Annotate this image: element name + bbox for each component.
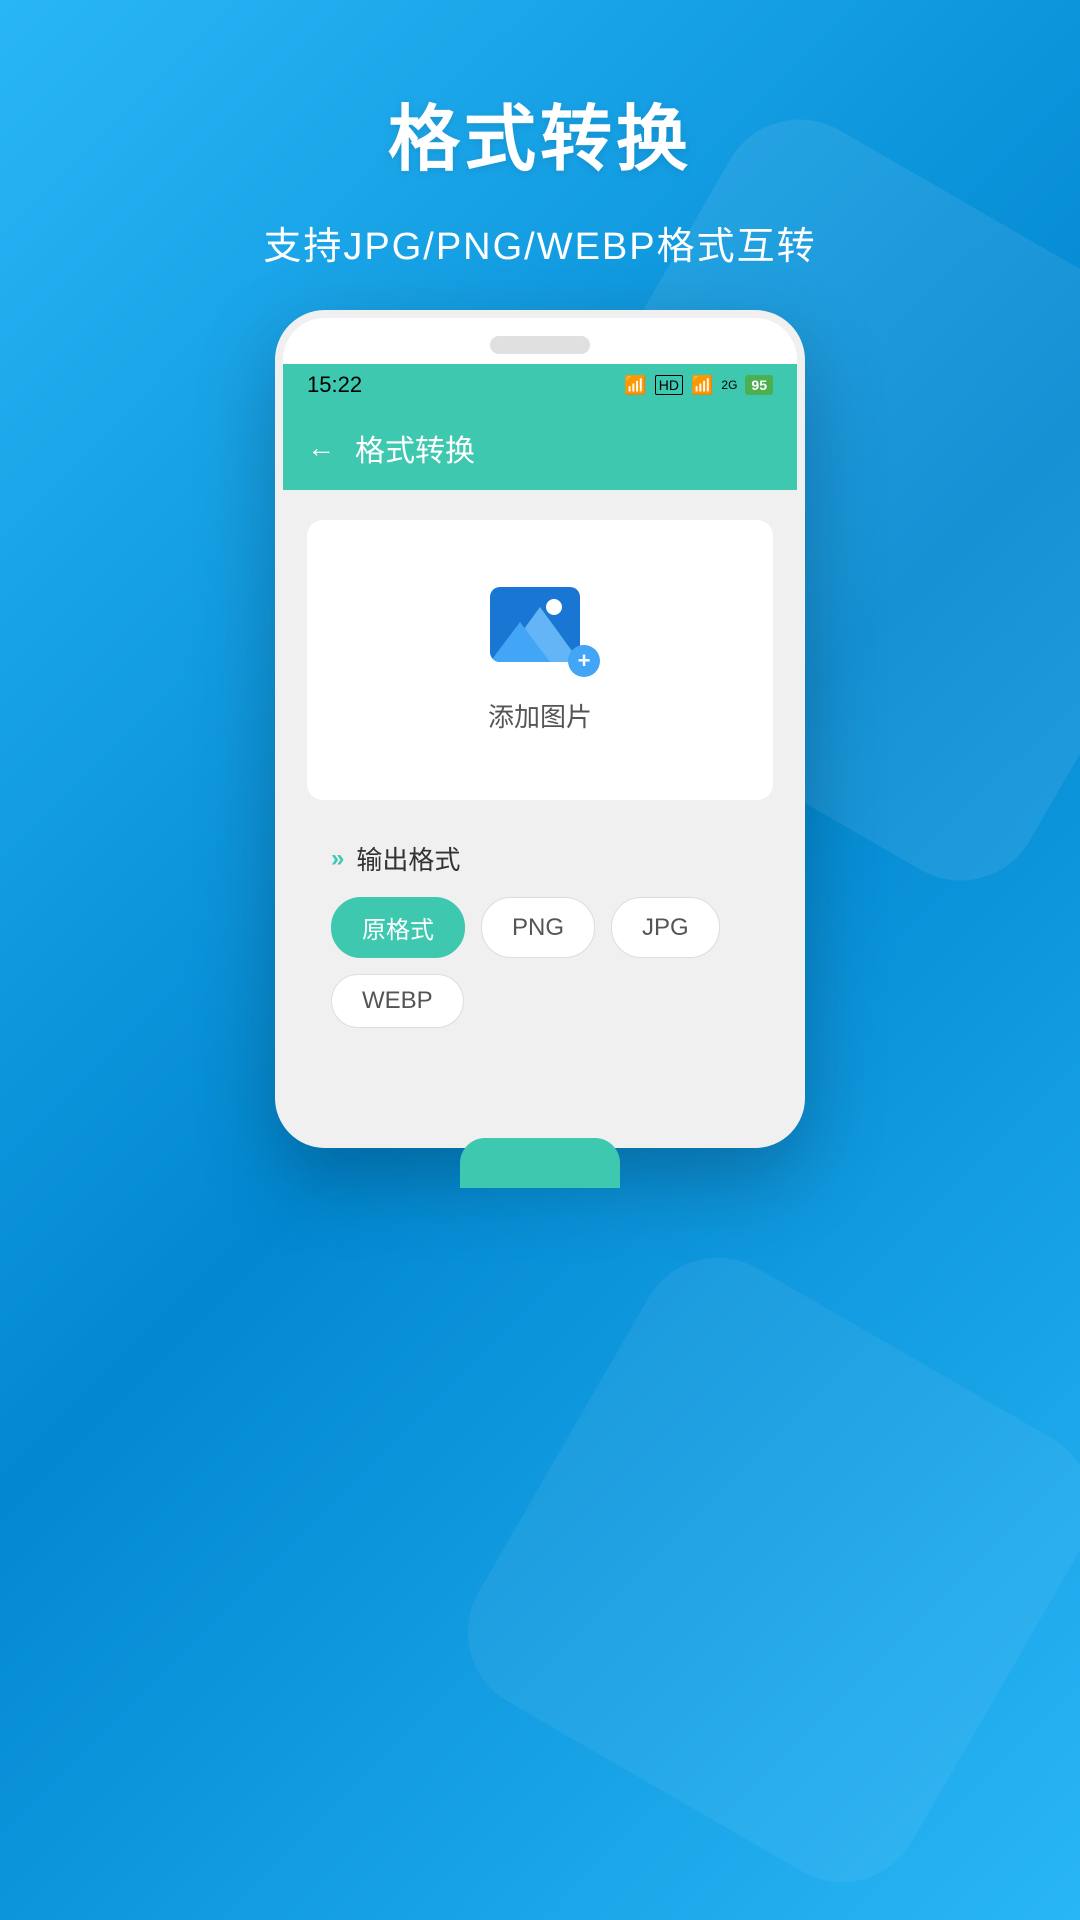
phone-screen: 15:22 📶 HD 📶 2G 95 ← 格式转换 xyxy=(283,364,797,1140)
phone-speaker xyxy=(283,318,797,364)
format-btn-webp[interactable]: WEBP xyxy=(331,974,464,1028)
upload-text: 添加图片 xyxy=(488,697,592,734)
section-title: 输出格式 xyxy=(356,840,460,877)
header-section: 格式转换 支持JPG/PNG/WEBP格式互转 xyxy=(263,0,816,270)
page-root: 格式转换 支持JPG/PNG/WEBP格式互转 15:22 📶 HD 📶 2G … xyxy=(0,0,1080,1920)
output-format-section: » 输出格式 原格式 PNG JPG WEBP xyxy=(307,840,773,1058)
signal-4g-icon: 📶 xyxy=(691,375,713,396)
speaker-bar xyxy=(490,336,590,354)
format-buttons: 原格式 PNG JPG WEBP xyxy=(331,897,749,1028)
upload-card[interactable]: + 添加图片 xyxy=(307,520,773,800)
mountain-small xyxy=(490,622,550,662)
hd-icon: HD xyxy=(655,375,683,395)
signal-2g-icon: 2G xyxy=(721,378,737,392)
main-title: 格式转换 xyxy=(263,80,816,185)
format-btn-png[interactable]: PNG xyxy=(481,897,595,958)
section-header: » 输出格式 xyxy=(331,840,749,877)
status-bar: 15:22 📶 HD 📶 2G 95 xyxy=(283,364,797,406)
status-time: 15:22 xyxy=(307,372,362,398)
section-arrow-icon: » xyxy=(331,845,344,873)
format-btn-original[interactable]: 原格式 xyxy=(331,897,465,958)
app-toolbar: ← 格式转换 xyxy=(283,406,797,490)
app-content: + 添加图片 » 输出格式 原格式 PNG JPG WEBP xyxy=(283,490,797,1140)
status-icons: 📶 HD 📶 2G 95 xyxy=(624,375,773,396)
bottom-action-hint[interactable] xyxy=(460,1138,620,1188)
toolbar-title: 格式转换 xyxy=(355,426,475,470)
plus-badge-icon: + xyxy=(568,645,600,677)
add-image-icon-container: + xyxy=(490,587,590,667)
image-icon-bg xyxy=(490,587,580,662)
battery-icon: 95 xyxy=(745,375,773,395)
sub-title: 支持JPG/PNG/WEBP格式互转 xyxy=(263,215,816,270)
wifi-icon: 📶 xyxy=(624,375,646,396)
back-button[interactable]: ← xyxy=(307,432,335,464)
format-btn-jpg[interactable]: JPG xyxy=(611,897,720,958)
phone-mockup: 15:22 📶 HD 📶 2G 95 ← 格式转换 xyxy=(275,310,805,1148)
